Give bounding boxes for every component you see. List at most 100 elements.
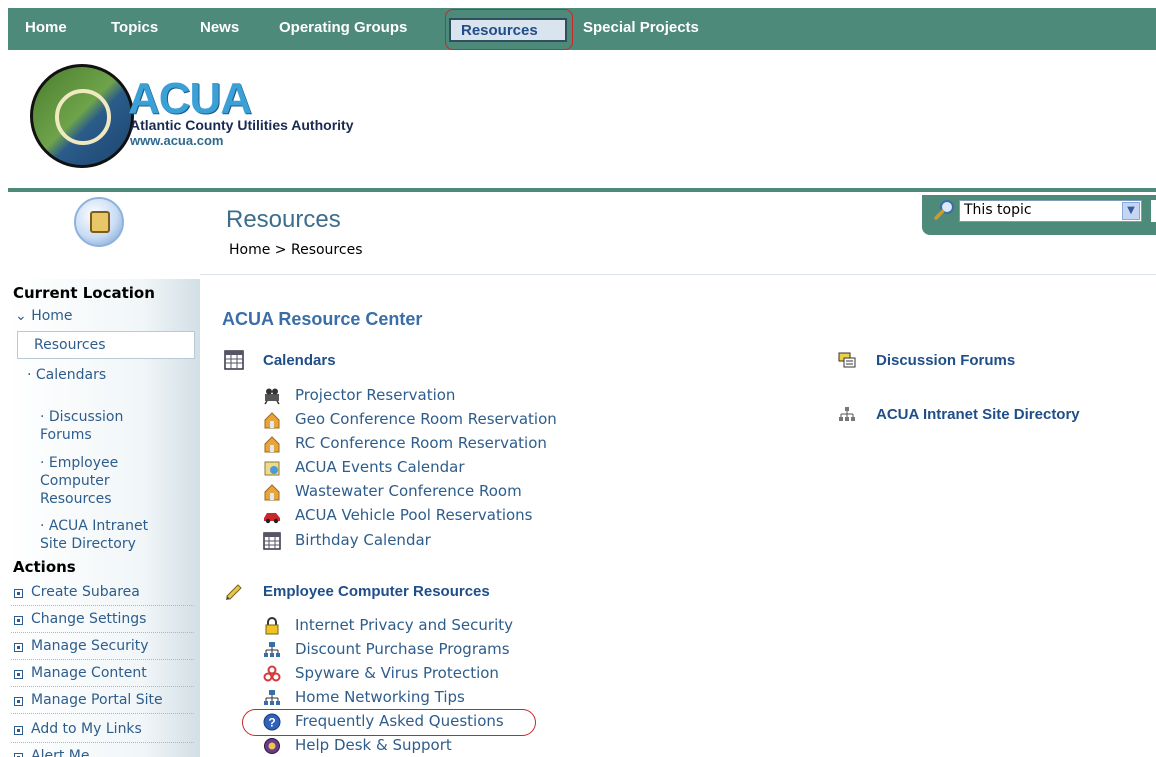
- current-location-heading: Current Location: [13, 284, 155, 302]
- link-internet-privacy[interactable]: Internet Privacy and Security: [263, 615, 643, 637]
- calendar-icon: [263, 532, 281, 550]
- action-label: Add to My Links: [31, 721, 142, 737]
- action-label: Create Subarea: [31, 584, 140, 600]
- search-icon[interactable]: [934, 199, 956, 221]
- actions-heading: Actions: [13, 558, 76, 576]
- link-discount-purchase[interactable]: Discount Purchase Programs: [263, 639, 643, 661]
- link-label: Discount Purchase Programs: [295, 640, 510, 658]
- sitemap-icon: [839, 407, 855, 421]
- sidebar-item-site-directory[interactable]: · ACUA Intranet Site Directory: [27, 499, 148, 553]
- nav-news[interactable]: News: [200, 19, 239, 36]
- sidebar-item-employee-computer-resources[interactable]: · Employee Computer Resources: [27, 436, 118, 508]
- bullet-icon: [14, 670, 23, 679]
- forum-icon: [838, 352, 856, 368]
- calendar-icon: [224, 350, 244, 370]
- biohazard-icon: [263, 665, 281, 682]
- room-icon: [264, 412, 280, 429]
- breadcrumb: Home > Resources: [229, 242, 362, 258]
- nav-special-projects[interactable]: Special Projects: [583, 19, 699, 36]
- link-label: Internet Privacy and Security: [295, 616, 513, 634]
- bullet-icon: [14, 726, 23, 735]
- link-label: Wastewater Conference Room: [295, 482, 522, 500]
- link-wastewater-conference-room[interactable]: Wastewater Conference Room: [263, 481, 643, 503]
- network-icon: [264, 690, 280, 705]
- nav-topics[interactable]: Topics: [111, 19, 158, 36]
- link-rc-conference-room[interactable]: RC Conference Room Reservation: [263, 433, 643, 455]
- action-label: Manage Security: [31, 638, 149, 654]
- action-manage-portal-site[interactable]: Manage Portal Site: [11, 688, 194, 714]
- bullet-icon: [14, 753, 23, 757]
- acua-logo[interactable]: ACUA Atlantic County Utilities Authority…: [30, 64, 390, 168]
- nav-operating-groups[interactable]: Operating Groups: [279, 19, 407, 36]
- bullet-icon: [14, 643, 23, 652]
- link-label: Birthday Calendar: [295, 531, 431, 549]
- link-birthday-calendar[interactable]: Birthday Calendar: [263, 530, 643, 552]
- link-projector-reservation[interactable]: Projector Reservation: [263, 385, 643, 407]
- title-divider: [200, 274, 1156, 275]
- category-calendars[interactable]: Calendars: [263, 352, 336, 369]
- bullet-icon: [14, 697, 23, 706]
- link-label: Spyware & Virus Protection: [295, 664, 499, 682]
- logo-emblem-icon: [30, 64, 134, 168]
- scroll-icon: [74, 197, 124, 247]
- breadcrumb-current: Resources: [290, 242, 363, 258]
- sidebar-home-label: Home: [31, 308, 73, 324]
- category-employee-computer-resources[interactable]: Employee Computer Resources: [263, 583, 490, 600]
- resource-center-title: ACUA Resource Center: [222, 309, 423, 329]
- link-label: Home Networking Tips: [295, 688, 465, 706]
- search-input[interactable]: [1151, 200, 1156, 222]
- chevron-down-icon: ⌄: [15, 308, 27, 324]
- search-scope-value: This topic: [964, 202, 1032, 218]
- action-label: Alert Me: [31, 748, 90, 757]
- link-geo-conference-room[interactable]: Geo Conference Room Reservation: [263, 409, 643, 431]
- link-label: Projector Reservation: [295, 386, 456, 404]
- link-vehicle-pool[interactable]: ACUA Vehicle Pool Reservations: [263, 505, 643, 527]
- lock-icon: [265, 617, 279, 635]
- action-change-settings[interactable]: Change Settings: [11, 607, 194, 633]
- category-discussion-forums[interactable]: Discussion Forums: [876, 352, 1015, 369]
- action-label: Manage Content: [31, 665, 147, 681]
- breadcrumb-separator: >: [274, 242, 287, 258]
- link-spyware-virus[interactable]: Spyware & Virus Protection: [263, 663, 643, 685]
- logo-url: www.acua.com: [130, 133, 224, 148]
- support-icon: [264, 738, 280, 754]
- projector-icon: [264, 388, 280, 405]
- action-manage-security[interactable]: Manage Security: [11, 634, 194, 660]
- logo-org-name: Atlantic County Utilities Authority: [130, 117, 354, 133]
- action-add-to-my-links[interactable]: Add to My Links: [11, 717, 194, 743]
- sidebar-item-label: Resources: [34, 337, 106, 353]
- link-acua-events-calendar[interactable]: ACUA Events Calendar: [263, 457, 643, 479]
- room-icon: [264, 436, 280, 453]
- action-manage-content[interactable]: Manage Content: [11, 661, 194, 687]
- network-icon: [264, 642, 280, 657]
- pencil-icon: [226, 584, 242, 600]
- link-label: Help Desk & Support: [295, 736, 452, 754]
- action-label: Change Settings: [31, 611, 147, 627]
- link-help-desk[interactable]: Help Desk & Support: [263, 735, 643, 757]
- link-label: RC Conference Room Reservation: [295, 434, 547, 452]
- breadcrumb-home[interactable]: Home: [229, 242, 270, 258]
- link-label: ACUA Events Calendar: [295, 458, 465, 476]
- action-alert-me[interactable]: Alert Me: [11, 744, 194, 757]
- link-label: ACUA Vehicle Pool Reservations: [295, 506, 533, 524]
- nav-home[interactable]: Home: [25, 19, 67, 36]
- vehicle-icon: [264, 513, 280, 524]
- search-scope-select[interactable]: This topic ▼: [959, 200, 1142, 222]
- events-icon: [264, 461, 280, 476]
- category-site-directory[interactable]: ACUA Intranet Site Directory: [876, 406, 1080, 423]
- action-label: Manage Portal Site: [31, 692, 163, 708]
- link-home-networking[interactable]: Home Networking Tips: [263, 687, 643, 709]
- sidebar-item-calendars[interactable]: · Calendars: [27, 366, 106, 384]
- sidebar-item-label: ACUA Intranet Site Directory: [40, 518, 149, 552]
- sidebar-home[interactable]: ⌄ Home: [15, 307, 73, 325]
- header-divider: [8, 188, 1156, 192]
- action-create-subarea[interactable]: Create Subarea: [11, 580, 194, 606]
- chevron-down-icon[interactable]: ▼: [1122, 202, 1140, 220]
- sidebar-item-resources[interactable]: Resources: [17, 331, 195, 359]
- page-title: Resources: [226, 206, 341, 233]
- link-label: Geo Conference Room Reservation: [295, 410, 557, 428]
- bullet-icon: [14, 616, 23, 625]
- top-nav: Home Topics News Operating Groups Resour…: [8, 8, 1156, 50]
- annotation-circle-faq: [242, 709, 536, 736]
- annotation-circle-resources: [445, 9, 573, 50]
